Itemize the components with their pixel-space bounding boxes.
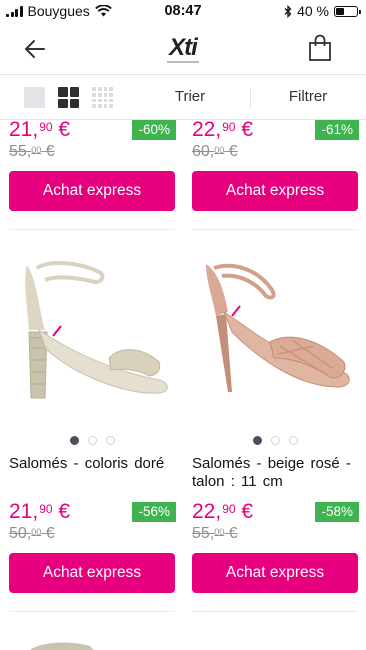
status-right: 40 % — [284, 3, 361, 19]
product-card[interactable]: Salomés - beige rosé - talon : 11 cm 22,… — [192, 250, 366, 600]
product-price: 22,90 € — [192, 500, 254, 523]
pagination-dot[interactable] — [87, 436, 97, 445]
single-view-icon[interactable] — [24, 87, 45, 108]
status-bar: Bouygues 08:47 40 % — [0, 0, 366, 24]
battery-percent: 40 % — [297, 3, 329, 19]
original-price: 55,00 € — [192, 525, 238, 542]
product-image[interactable] — [9, 250, 175, 400]
original-price: 50,00 € — [9, 525, 55, 542]
product-price: 22,90 € — [192, 118, 254, 141]
battery-icon — [334, 5, 361, 17]
discount-badge: -58% — [315, 502, 359, 522]
product-image[interactable] — [30, 640, 100, 650]
product-card[interactable]: Salomés - coloris doré 21,90 € 50,00 € -… — [9, 250, 184, 600]
row-divider — [192, 229, 358, 230]
discount-badge: -56% — [132, 502, 176, 522]
product-name[interactable]: Salomés - coloris doré — [9, 455, 179, 473]
nav-bar: Xti — [0, 24, 366, 75]
filter-button[interactable]: Filtrer — [250, 88, 366, 108]
row-divider — [9, 611, 175, 612]
product-image[interactable] — [192, 250, 358, 400]
grid-view-icon[interactable] — [58, 87, 79, 108]
listing-toolbar: Trier Filtrer — [0, 75, 366, 120]
discount-badge: -61% — [315, 120, 359, 140]
express-buy-button[interactable]: Achat express — [192, 553, 358, 593]
image-pagination[interactable] — [192, 436, 358, 446]
row-divider — [192, 611, 358, 612]
row-divider — [9, 229, 175, 230]
product-card[interactable]: 22,90 € 60,00 € -61% Achat express — [192, 118, 366, 218]
shopping-bag-icon[interactable] — [308, 34, 332, 62]
logo-text: Xti — [167, 34, 199, 63]
image-pagination[interactable] — [9, 436, 175, 446]
price-block: 22,90 € 55,00 € -58% — [192, 500, 366, 542]
express-buy-button[interactable]: Achat express — [192, 171, 358, 211]
product-price: 21,90 € — [9, 500, 71, 523]
price-block: 21,90 € 50,00 € -56% — [9, 500, 184, 542]
discount-badge: -60% — [132, 120, 176, 140]
bluetooth-icon — [284, 4, 292, 18]
pagination-dot[interactable] — [105, 436, 115, 445]
pagination-dot[interactable] — [288, 436, 298, 445]
original-price: 60,00 € — [192, 143, 238, 160]
product-name[interactable]: Salomés - beige rosé - talon : 11 cm — [192, 455, 362, 491]
original-price: 55,00 € — [9, 143, 55, 160]
pagination-dot[interactable] — [69, 436, 79, 445]
express-buy-button[interactable]: Achat express — [9, 171, 175, 211]
pagination-dot[interactable] — [252, 436, 262, 445]
compact-grid-view-icon[interactable] — [92, 87, 113, 108]
product-price: 21,90 € — [9, 118, 71, 141]
express-buy-button[interactable]: Achat express — [9, 553, 175, 593]
sort-button[interactable]: Trier — [130, 88, 251, 108]
pagination-dot[interactable] — [270, 436, 280, 445]
product-card[interactable]: 21,90 € 55,00 € -60% Achat express — [9, 118, 184, 218]
